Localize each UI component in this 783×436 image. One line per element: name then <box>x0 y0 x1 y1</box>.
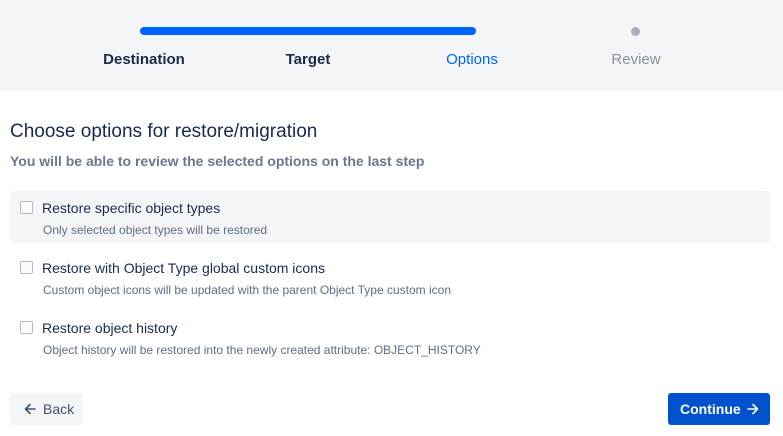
step-target: Target <box>285 51 331 68</box>
continue-button[interactable]: Continue <box>668 393 770 425</box>
option-description: Object history will be restored into the… <box>43 343 481 357</box>
option-restore-global-custom-icons[interactable]: Restore with Object Type global custom i… <box>10 251 770 303</box>
continue-label: Continue <box>680 401 741 417</box>
option-restore-object-history[interactable]: Restore object history Object history wi… <box>10 311 770 363</box>
page-subtitle: You will be able to review the selected … <box>10 153 425 169</box>
option-label: Restore specific object types <box>42 200 221 216</box>
option-description: Only selected object types will be resto… <box>43 223 268 237</box>
option-restore-specific-object-types[interactable]: Restore specific object types Only selec… <box>10 191 770 243</box>
step-review: Review <box>611 51 661 68</box>
option-description: Custom object icons will be updated with… <box>43 283 451 297</box>
back-button[interactable]: Back <box>10 393 83 425</box>
page-title: Choose options for restore/migration <box>10 121 318 142</box>
option-label: Restore with Object Type global custom i… <box>42 260 325 276</box>
progress-bar <box>140 27 476 35</box>
checkbox[interactable] <box>20 321 33 334</box>
back-label: Back <box>43 401 75 417</box>
arrow-right-icon <box>746 393 759 436</box>
option-label: Restore object history <box>42 320 178 336</box>
checkbox[interactable] <box>20 261 33 274</box>
progress-stepper: Destination Target Options Review <box>0 0 783 91</box>
step-options: Options <box>446 51 498 68</box>
step-review-dot <box>631 27 640 36</box>
arrow-left-icon <box>24 393 36 436</box>
checkbox[interactable] <box>20 201 33 214</box>
step-destination: Destination <box>103 51 185 68</box>
